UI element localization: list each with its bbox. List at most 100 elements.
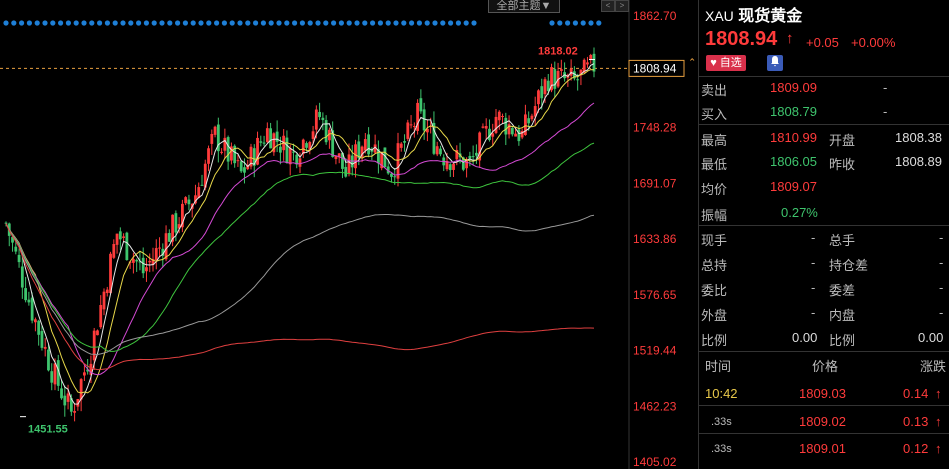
candle-body bbox=[367, 134, 370, 155]
instrument-name: 现货黄金 bbox=[738, 8, 803, 25]
candle-body bbox=[559, 69, 563, 71]
dot-indicator bbox=[377, 20, 383, 26]
candle-body bbox=[396, 143, 400, 179]
dot-indicator bbox=[11, 20, 17, 26]
price-axis-label: 1519.44 bbox=[633, 344, 677, 358]
candlestick-chart[interactable]: 1862.701805.491748.281691.071633.861576.… bbox=[0, 0, 697, 469]
up-arrow-icon: ↑ bbox=[935, 414, 942, 429]
scroll-left-button[interactable]: < bbox=[601, 0, 615, 12]
candle-body bbox=[47, 349, 50, 371]
dot-indicator bbox=[315, 20, 321, 26]
heart-icon: ♥ bbox=[710, 57, 717, 69]
candle-body bbox=[448, 164, 452, 171]
dot-indicator bbox=[362, 20, 368, 26]
dot-indicator bbox=[292, 20, 298, 26]
dot-indicator bbox=[159, 20, 165, 26]
candle-body bbox=[167, 232, 171, 242]
candle-body bbox=[184, 197, 188, 204]
candle-body bbox=[60, 388, 63, 399]
dot-indicator bbox=[206, 20, 212, 26]
candle-body bbox=[83, 372, 86, 376]
dot-indicator bbox=[229, 20, 235, 26]
chart-canvas[interactable]: 1862.701805.491748.281691.071633.861576.… bbox=[0, 0, 697, 469]
alert-bell-icon[interactable] bbox=[767, 55, 783, 71]
candle-body bbox=[24, 288, 27, 301]
dot-indicator bbox=[136, 20, 142, 26]
trade-row: .33s 1809.01 0.12 ↑ bbox=[711, 441, 942, 456]
stats-row: 外盘 - 内盘 - bbox=[701, 305, 944, 323]
candle-body bbox=[99, 305, 103, 328]
candle-body bbox=[115, 233, 119, 245]
candle-body bbox=[37, 320, 41, 335]
price-axis-label: 1462.23 bbox=[633, 399, 677, 413]
dot-indicator bbox=[580, 20, 586, 26]
dot-indicator bbox=[455, 20, 461, 26]
candle-body bbox=[96, 330, 99, 336]
candle-body bbox=[118, 231, 122, 240]
candle-body bbox=[154, 248, 158, 261]
candle-body bbox=[213, 126, 217, 135]
candle-body bbox=[393, 176, 397, 178]
scroll-right-button[interactable]: > bbox=[615, 0, 629, 12]
dot-indicator bbox=[471, 20, 477, 26]
candle-body bbox=[210, 134, 214, 144]
candle-body bbox=[295, 154, 299, 165]
dot-indicator bbox=[549, 20, 555, 26]
candle-body bbox=[207, 148, 210, 164]
dot-indicator bbox=[245, 20, 251, 26]
current-price-label: 1808.94 bbox=[633, 61, 677, 75]
favorite-button[interactable]: ♥ 自选 bbox=[706, 55, 746, 71]
dot-indicator bbox=[440, 20, 446, 26]
dot-indicator bbox=[557, 20, 563, 26]
candle-body bbox=[497, 111, 501, 121]
candle-body bbox=[305, 143, 308, 148]
high-open-row: 最高 1810.99 开盘 1808.38 bbox=[701, 130, 942, 148]
dot-indicator bbox=[3, 20, 9, 26]
candle-body bbox=[399, 143, 403, 148]
candle-body bbox=[409, 124, 413, 126]
candle-body bbox=[27, 299, 31, 303]
candle-body bbox=[92, 330, 96, 361]
candle-body bbox=[63, 395, 67, 406]
candle-body bbox=[439, 148, 442, 155]
amplitude-row: 振幅 0.27% bbox=[701, 205, 818, 223]
candle-body bbox=[314, 109, 318, 130]
dot-indicator bbox=[323, 20, 329, 26]
theme-dropdown[interactable]: 全部主题▼ bbox=[488, 0, 560, 13]
dot-indicator bbox=[338, 20, 344, 26]
candle-body bbox=[471, 156, 475, 158]
dot-indicator bbox=[346, 20, 352, 26]
quote-panel: XAU 现货黄金 1808.94 ↑ +0.05 +0.00% ♥ 自选 卖出 … bbox=[698, 0, 949, 469]
candle-body bbox=[226, 137, 230, 162]
candle-body bbox=[4, 222, 8, 224]
candle-body bbox=[298, 158, 302, 167]
last-price: 1808.94 bbox=[705, 28, 778, 50]
candle-body bbox=[141, 257, 145, 274]
up-arrow-icon: ↑ bbox=[935, 386, 942, 401]
dot-indicator bbox=[42, 20, 48, 26]
candle-body bbox=[275, 131, 279, 142]
candle-body bbox=[50, 371, 54, 383]
dot-indicator bbox=[409, 20, 415, 26]
candle-body bbox=[220, 151, 223, 153]
candle-body bbox=[363, 139, 367, 151]
instrument-title: XAU 现货黄金 bbox=[705, 2, 802, 26]
dot-indicator bbox=[572, 20, 579, 26]
price-axis-label: 1691.07 bbox=[633, 176, 677, 190]
candle-body bbox=[514, 133, 517, 137]
dot-indicator bbox=[401, 20, 407, 26]
candle-body bbox=[279, 146, 282, 153]
candle-body bbox=[269, 128, 272, 149]
candle-body bbox=[484, 125, 488, 129]
price-axis-label: 1633.86 bbox=[633, 232, 677, 246]
dot-indicator bbox=[190, 20, 196, 26]
candle-body bbox=[301, 139, 305, 154]
avg-row: 均价 1809.07 bbox=[701, 179, 817, 197]
dot-indicator bbox=[182, 20, 188, 26]
candle-body bbox=[586, 62, 589, 65]
dot-indicator bbox=[307, 20, 313, 26]
instrument-code: XAU bbox=[705, 8, 734, 24]
candle-body bbox=[125, 232, 129, 260]
candle-body bbox=[344, 166, 348, 177]
candle-body bbox=[66, 393, 70, 402]
